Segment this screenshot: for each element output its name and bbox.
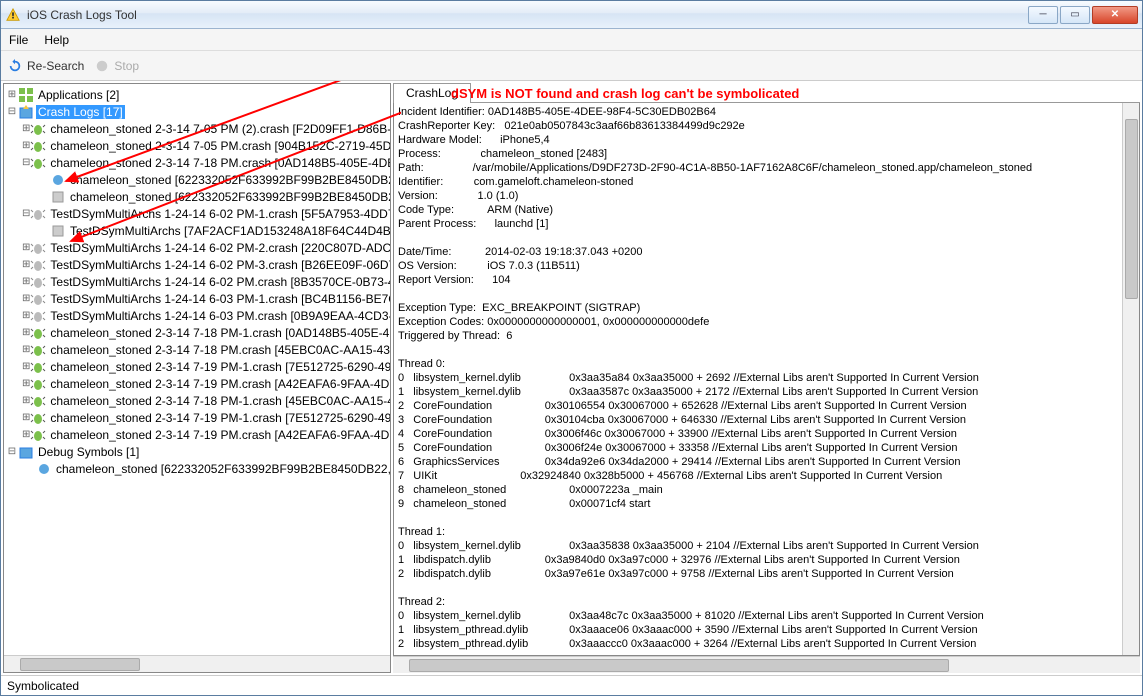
tree-item[interactable]: ⊞TestDSymMultiArchs 1-24-14 6-03 PM-1.cr…: [4, 290, 390, 307]
tree-item[interactable]: ⊞chameleon_stoned 2-3-14 7-19 PM.crash […: [4, 375, 390, 392]
tree-label: TestDSymMultiArchs [7AF2ACF1AD153248A18F…: [68, 224, 390, 238]
stop-button[interactable]: Stop: [94, 58, 139, 74]
tree-item[interactable]: ⊞TestDSymMultiArchs 1-24-14 6-03 PM.cras…: [4, 307, 390, 324]
tree-label: chameleon_stoned 2-3-14 7-18 PM.crash [0…: [48, 156, 390, 170]
bug-green-icon: [30, 342, 46, 358]
tree-item[interactable]: ⊞chameleon_stoned 2-3-14 7-05 PM.crash […: [4, 137, 390, 154]
menubar: File Help: [1, 29, 1142, 51]
tree-label: chameleon_stoned 2-3-14 7-18 PM.crash [4…: [48, 343, 390, 357]
tree-item[interactable]: ⊟TestDSymMultiArchs 1-24-14 6-02 PM-1.cr…: [4, 205, 390, 222]
tree-node-crashlogs[interactable]: ⊟ Crash Logs [17]: [4, 103, 390, 120]
tree-label: chameleon_stoned 2-3-14 7-18 PM-1.crash …: [48, 326, 390, 340]
bug-green-icon: [30, 410, 46, 426]
tree-label: Applications [2]: [36, 88, 121, 102]
tree-hscrollbar[interactable]: [4, 655, 390, 672]
menu-file[interactable]: File: [9, 33, 28, 47]
tree-label: TestDSymMultiArchs 1-24-14 6-02 PM-3.cra…: [48, 258, 390, 272]
dsym-gray-icon: [50, 189, 66, 205]
app-window: iOS Crash Logs Tool ─ ▭ ✕ File Help Re-S…: [0, 0, 1143, 696]
tree-node-applications[interactable]: ⊞ Applications [2]: [4, 86, 390, 103]
tree-item[interactable]: ⊞chameleon_stoned 2-3-14 7-05 PM (2).cra…: [4, 120, 390, 137]
annotation-notfound: dSYM is NOT found and crash log can't be…: [451, 86, 799, 101]
tree-item[interactable]: ⊞chameleon_stoned 2-3-14 7-19 PM.crash […: [4, 426, 390, 443]
bug-green-icon: [30, 359, 46, 375]
bug-gray-icon: [30, 257, 46, 273]
crashlog-text[interactable]: Incident Identifier: 0AD148B5-405E-4DEE-…: [394, 103, 1122, 655]
bug-gray-icon: [30, 291, 46, 307]
bug-gray-icon: [30, 274, 46, 290]
tree-view[interactable]: ⊞ Applications [2] ⊟ Crash Logs [17] ⊞ch…: [4, 84, 390, 655]
tree-item[interactable]: chameleon_stoned [622332052F633992BF99B2…: [4, 188, 390, 205]
stop-icon: [94, 58, 110, 74]
tree-item[interactable]: ⊟chameleon_stoned 2-3-14 7-18 PM.crash […: [4, 154, 390, 171]
tree-label: TestDSymMultiArchs 1-24-14 6-02 PM-2.cra…: [48, 241, 390, 255]
tree-item[interactable]: ⊞chameleon_stoned 2-3-14 7-19 PM-1.crash…: [4, 409, 390, 426]
tree-pane: ⊞ Applications [2] ⊟ Crash Logs [17] ⊞ch…: [3, 83, 391, 673]
minimize-button[interactable]: ─: [1028, 6, 1058, 24]
bug-green-icon: [30, 427, 46, 443]
bug-green-icon: [30, 138, 46, 154]
bug-green-icon: [30, 121, 46, 137]
tree-label: chameleon_stoned 2-3-14 7-18 PM-1.crash …: [48, 394, 390, 408]
tree-item[interactable]: ⊞chameleon_stoned 2-3-14 7-19 PM-1.crash…: [4, 358, 390, 375]
tree-item[interactable]: ⊞TestDSymMultiArchs 1-24-14 6-02 PM-3.cr…: [4, 256, 390, 273]
research-label: Re-Search: [27, 59, 84, 73]
tree-item[interactable]: ⊞TestDSymMultiArchs 1-24-14 6-02 PM.cras…: [4, 273, 390, 290]
apps-icon: [18, 87, 34, 103]
tree-label: chameleon_stoned 2-3-14 7-19 PM-1.crash …: [48, 360, 390, 374]
tree-label: Crash Logs [17]: [36, 105, 125, 119]
app-icon: [5, 7, 21, 23]
tree-item[interactable]: ⊞TestDSymMultiArchs 1-24-14 6-02 PM-2.cr…: [4, 239, 390, 256]
tree-node-debug-symbols[interactable]: ⊟ Debug Symbols [1]: [4, 443, 390, 460]
titlebar: iOS Crash Logs Tool ─ ▭ ✕: [1, 1, 1142, 29]
status-text: Symbolicated: [7, 679, 79, 693]
tree-label: TestDSymMultiArchs 1-24-14 6-03 PM.crash…: [48, 309, 390, 323]
right-pane: CrashLog Incident Identifier: 0AD148B5-4…: [393, 83, 1140, 673]
bug-green-icon: [30, 325, 46, 341]
tree-item[interactable]: ⊞chameleon_stoned 2-3-14 7-18 PM-1.crash…: [4, 324, 390, 341]
tree-item[interactable]: ⊞chameleon_stoned 2-3-14 7-18 PM-1.crash…: [4, 392, 390, 409]
refresh-icon: [7, 58, 23, 74]
crashlogs-icon: [18, 104, 34, 120]
bug-gray-icon: [30, 308, 46, 324]
bug-green-icon: [30, 155, 46, 171]
tree-label: chameleon_stoned 2-3-14 7-19 PM-1.crash …: [48, 411, 390, 425]
dsym-icon: [50, 172, 66, 188]
debug-symbols-icon: [18, 444, 34, 460]
toolbar: Re-Search Stop: [1, 51, 1142, 81]
dsym-icon: [36, 461, 52, 477]
window-title: iOS Crash Logs Tool: [27, 8, 1028, 22]
bug-gray-icon: [30, 206, 46, 222]
tree-item[interactable]: chameleon_stoned [622332052F633992BF99B2…: [4, 171, 390, 188]
body-area: dSYM is found and crash log can be symbo…: [1, 81, 1142, 675]
statusbar: Symbolicated: [1, 675, 1142, 695]
log-vscrollbar[interactable]: [1122, 103, 1139, 655]
tree-label: TestDSymMultiArchs 1-24-14 6-02 PM.crash…: [48, 275, 390, 289]
maximize-button[interactable]: ▭: [1060, 6, 1090, 24]
bug-green-icon: [30, 393, 46, 409]
tree-label: chameleon_stoned [622332052F633992BF99B2…: [68, 190, 390, 204]
tree-item[interactable]: TestDSymMultiArchs [7AF2ACF1AD153248A18F…: [4, 222, 390, 239]
tree-label: TestDSymMultiArchs 1-24-14 6-03 PM-1.cra…: [48, 292, 390, 306]
tree-node-debug-item[interactable]: chameleon_stoned [622332052F633992BF99B2…: [4, 460, 390, 477]
tree-label: TestDSymMultiArchs 1-24-14 6-02 PM-1.cra…: [48, 207, 390, 221]
tree-label: chameleon_stoned 2-3-14 7-05 PM.crash [9…: [48, 139, 390, 153]
tree-label: chameleon_stoned 2-3-14 7-19 PM.crash [A…: [48, 428, 390, 442]
tree-item[interactable]: ⊞chameleon_stoned 2-3-14 7-18 PM.crash […: [4, 341, 390, 358]
close-button[interactable]: ✕: [1092, 6, 1138, 24]
tree-label: chameleon_stoned [622332052F633992BF99B2…: [68, 173, 390, 187]
tree-label: Debug Symbols [1]: [36, 445, 141, 459]
tree-label: chameleon_stoned 2-3-14 7-05 PM (2).cras…: [48, 122, 390, 136]
menu-help[interactable]: Help: [44, 33, 69, 47]
tree-label: chameleon_stoned [622332052F633992BF99B2…: [54, 462, 390, 476]
tree-label: chameleon_stoned 2-3-14 7-19 PM.crash [A…: [48, 377, 390, 391]
bug-green-icon: [30, 376, 46, 392]
bug-gray-icon: [30, 240, 46, 256]
stop-label: Stop: [114, 59, 139, 73]
log-hscrollbar[interactable]: [393, 656, 1140, 673]
research-button[interactable]: Re-Search: [7, 58, 84, 74]
log-area: Incident Identifier: 0AD148B5-405E-4DEE-…: [393, 103, 1140, 656]
dsym-gray-icon: [50, 223, 66, 239]
